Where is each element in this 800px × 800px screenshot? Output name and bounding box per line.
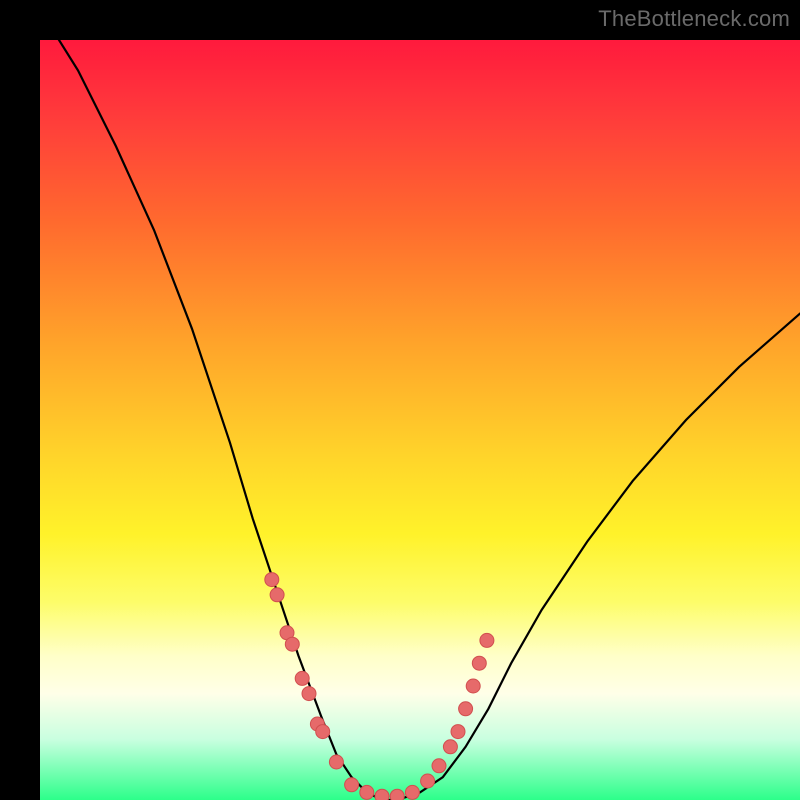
sample-dot	[285, 637, 299, 651]
sample-dot	[390, 789, 404, 800]
sample-dot	[466, 679, 480, 693]
sample-dot	[480, 633, 494, 647]
plot-area	[40, 40, 800, 800]
sample-dot	[345, 778, 359, 792]
sample-dot	[310, 717, 324, 731]
sample-dot	[405, 785, 419, 799]
sample-dots	[265, 573, 494, 800]
sample-dot	[443, 740, 457, 754]
sample-dot	[459, 702, 473, 716]
sample-dot	[472, 656, 486, 670]
sample-dot	[360, 785, 374, 799]
bottleneck-curve-svg	[40, 40, 800, 800]
bottleneck-curve	[40, 40, 800, 800]
sample-dot	[421, 774, 435, 788]
sample-dot	[270, 588, 284, 602]
sample-dot	[451, 725, 465, 739]
sample-dot	[329, 755, 343, 769]
sample-dot	[302, 687, 316, 701]
sample-dot	[295, 671, 309, 685]
sample-dot	[265, 573, 279, 587]
watermark-text: TheBottleneck.com	[598, 6, 790, 32]
sample-dot	[375, 789, 389, 800]
sample-dot	[280, 626, 294, 640]
chart-frame: TheBottleneck.com	[0, 0, 800, 800]
sample-dot	[316, 725, 330, 739]
sample-dot	[432, 759, 446, 773]
